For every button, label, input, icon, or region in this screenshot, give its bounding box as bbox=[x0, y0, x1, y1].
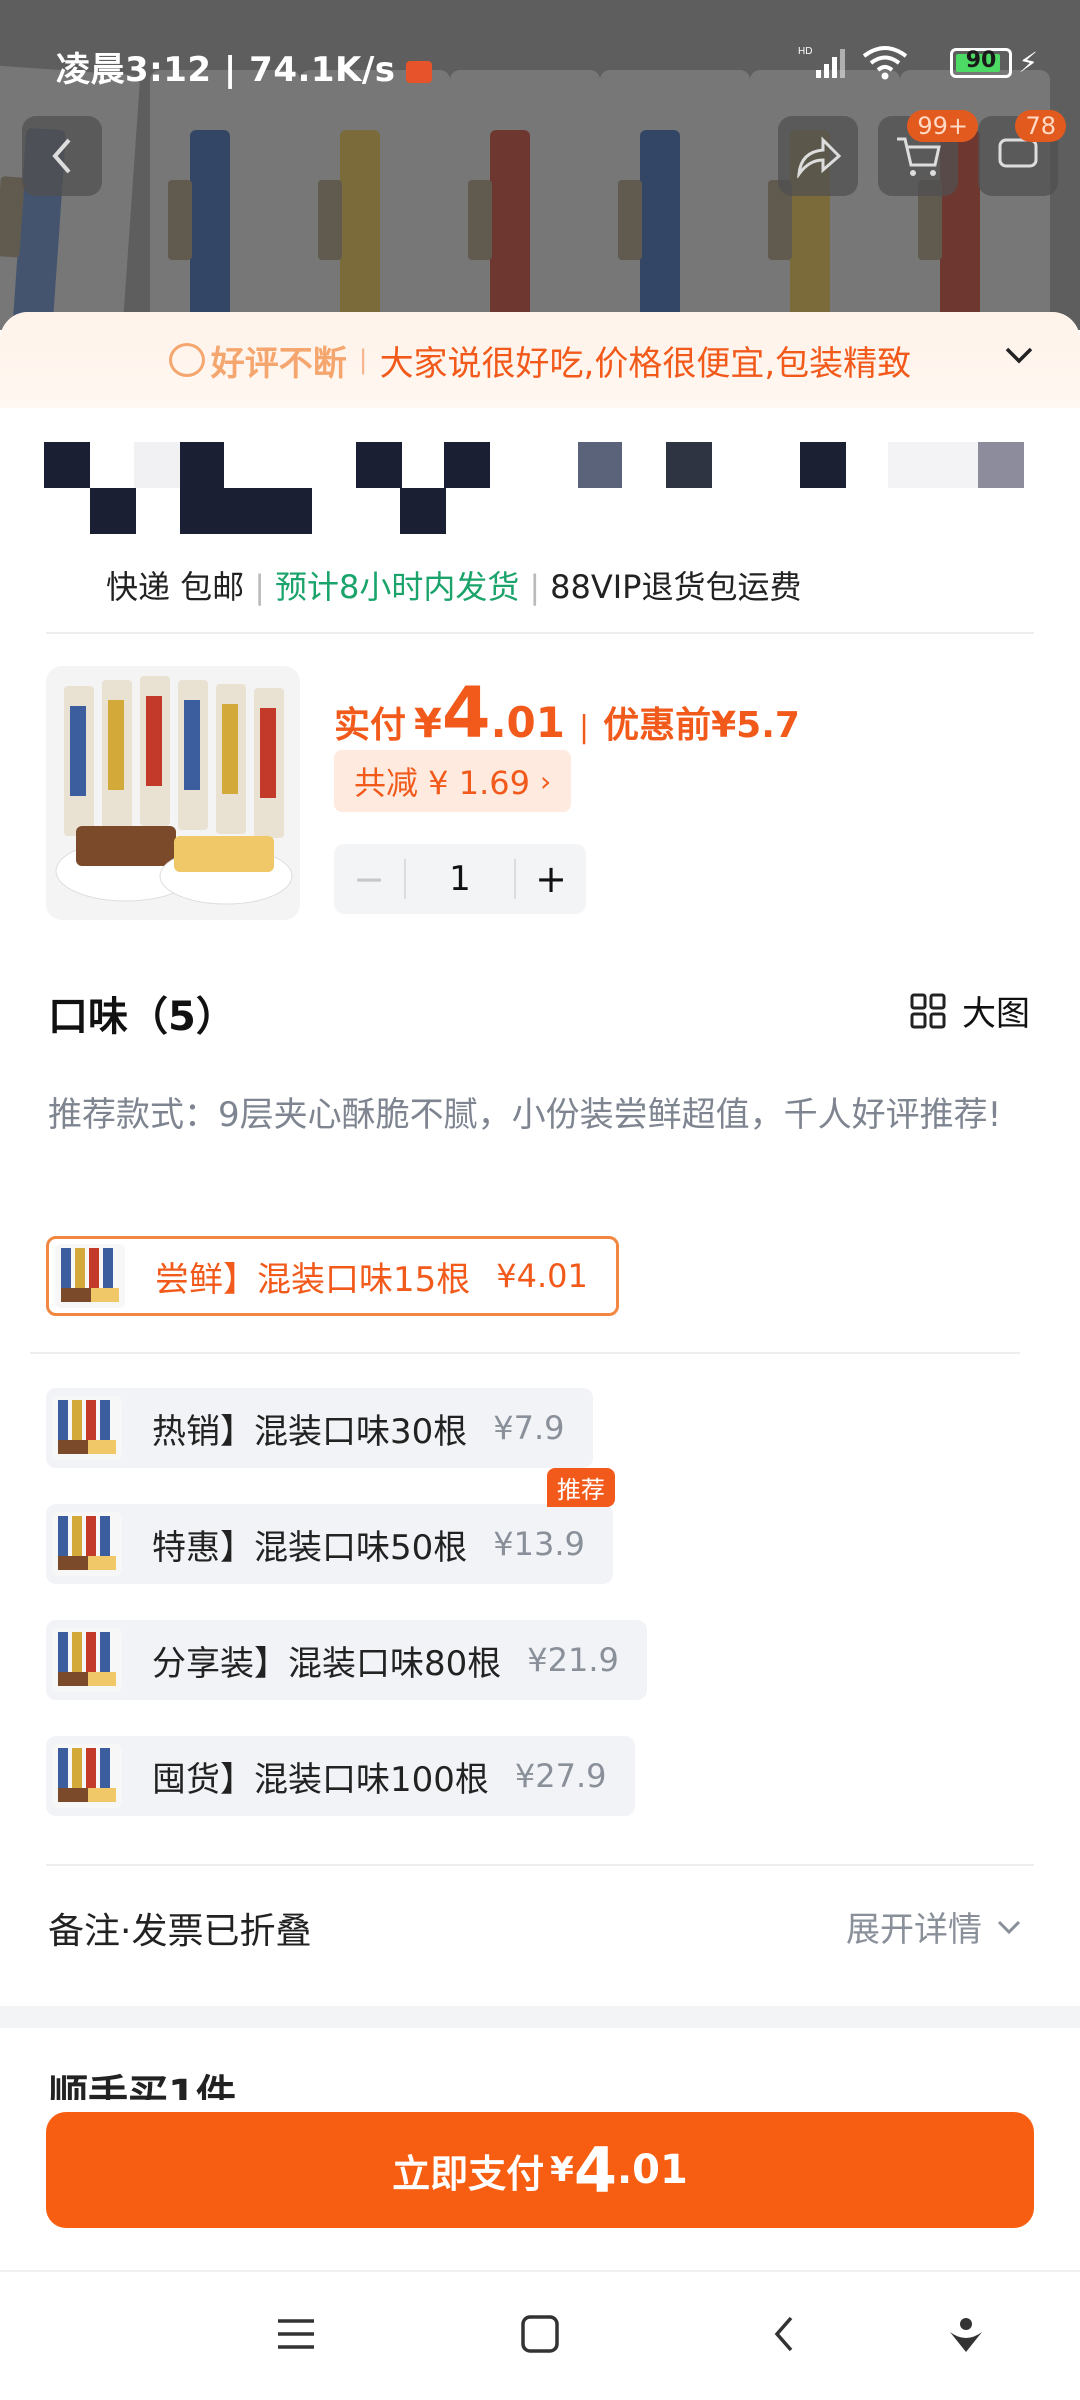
signal-icon: HD bbox=[798, 46, 845, 78]
pay-now-button[interactable]: 立即支付 ¥ 4 .01 bbox=[46, 2112, 1034, 2228]
pay-bar: 立即支付 ¥ 4 .01 bbox=[0, 2100, 1080, 2265]
option-name: 囤货】混装口味100根 bbox=[152, 1759, 489, 1800]
shipping-info: 快递 包邮 | 预计8小时内发货 | 88VIP退货包运费 bbox=[106, 568, 802, 606]
status-time: 凌晨3:12 | 74.1K/s bbox=[56, 42, 432, 91]
flavor-option[interactable]: 尝鲜】混装口味15根 ¥4.01 bbox=[46, 1236, 619, 1316]
notice-separator: | bbox=[358, 345, 368, 375]
charging-icon: ⚡ bbox=[1018, 46, 1038, 79]
wafer-product-image bbox=[55, 676, 293, 905]
price-integer: 4 bbox=[441, 672, 491, 754]
flavor-option[interactable]: 特惠】混装口味50根 ¥13.9 推荐 bbox=[46, 1468, 615, 1584]
menu-icon bbox=[278, 2319, 314, 2349]
divider bbox=[30, 1352, 1020, 1354]
pay-label: 实付 bbox=[334, 705, 407, 746]
option-name: 热销】混装口味30根 bbox=[152, 1411, 468, 1452]
option-price: ¥7.9 bbox=[493, 1409, 565, 1447]
add-on-section-title: 顺手买1件 bbox=[48, 2072, 236, 2102]
option-name: 特惠】混装口味50根 bbox=[152, 1527, 468, 1568]
shipping-vip: 88VIP退货包运费 bbox=[550, 568, 802, 606]
remark-label: 备注·发票已折叠 bbox=[48, 1911, 312, 1952]
chat-bubble-icon bbox=[168, 343, 205, 377]
section-gap bbox=[0, 2006, 1080, 2028]
recommend-badge: 推荐 bbox=[546, 1468, 615, 1507]
chevron-down-icon bbox=[997, 1920, 1021, 1934]
currency-symbol: ¥ bbox=[414, 701, 442, 747]
before-label: 优惠前 bbox=[603, 705, 712, 746]
notice-tag: 好评不断 bbox=[210, 343, 347, 384]
menu-nav-button[interactable] bbox=[266, 2304, 326, 2364]
collapse-chevron-icon[interactable] bbox=[1004, 340, 1034, 370]
price-line: 实付 ¥4.01 | 优惠前¥5.7 bbox=[334, 672, 800, 754]
grid-icon bbox=[910, 993, 946, 1028]
assistant-nav-button[interactable] bbox=[936, 2304, 996, 2364]
back-button[interactable] bbox=[22, 116, 102, 196]
recommend-text: 推荐款式：9层夹心酥脆不腻，小份装尝鲜超值，千人好评推荐! bbox=[48, 1095, 1002, 1135]
flavor-option[interactable]: 热销】混装口味30根 ¥7.9 bbox=[46, 1388, 593, 1468]
message-badge: 78 bbox=[1015, 110, 1066, 142]
expand-label: 展开详情 bbox=[846, 1910, 982, 1950]
message-button[interactable]: 78 bbox=[978, 110, 1066, 196]
pay-decimal: .01 bbox=[616, 2147, 688, 2193]
address-redacted[interactable] bbox=[0, 432, 1080, 542]
option-name: 尝鲜】混装口味15根 bbox=[155, 1259, 471, 1300]
option-price: ¥13.9 bbox=[493, 1525, 585, 1563]
chevron-left-icon bbox=[52, 138, 71, 174]
cart-button[interactable]: 99+ bbox=[878, 110, 978, 196]
option-thumbnail bbox=[52, 1396, 122, 1460]
option-price: ¥21.9 bbox=[527, 1641, 619, 1679]
product-image[interactable] bbox=[46, 666, 300, 920]
review-notice: 好评不断 | 大家说很好吃,价格很便宜,包装精致 bbox=[0, 312, 1080, 408]
before-price: ¥5.7 bbox=[711, 705, 800, 746]
expand-details-button[interactable]: 展开详情 bbox=[846, 1902, 1024, 1951]
option-thumbnail bbox=[52, 1628, 122, 1692]
pay-label: 立即支付 bbox=[392, 2151, 545, 2196]
option-thumbnail bbox=[52, 1744, 122, 1808]
option-name: 分享装】混装口味80根 bbox=[152, 1643, 502, 1684]
chevron-right-icon: › bbox=[539, 764, 552, 798]
svg-text:HD: HD bbox=[798, 46, 812, 57]
order-sheet: 好评不断 | 大家说很好吃,价格很便宜,包装精致 快递 包邮 | 预计8小时内发货 |… bbox=[0, 312, 1080, 2102]
cart-badge: 99+ bbox=[907, 110, 978, 142]
flavor-title: 口味（5） bbox=[48, 994, 236, 1040]
option-thumbnail bbox=[55, 1244, 125, 1308]
shipping-express: 快递 包邮 bbox=[106, 568, 245, 606]
back-triangle-icon bbox=[774, 2316, 793, 2352]
decrement-button[interactable]: − bbox=[334, 857, 404, 901]
home-nav-button[interactable] bbox=[510, 2304, 570, 2364]
price-decimal: .01 bbox=[490, 698, 565, 747]
discount-text: 共减 ¥ 1.69 bbox=[354, 764, 530, 802]
option-price: ¥27.9 bbox=[514, 1757, 607, 1795]
discount-badge[interactable]: 共减 ¥ 1.69 › bbox=[334, 750, 572, 812]
share-button[interactable] bbox=[778, 116, 858, 196]
quantity-value[interactable]: 1 bbox=[404, 859, 516, 899]
option-price: ¥4.01 bbox=[496, 1257, 588, 1295]
flavor-option[interactable]: 分享装】混装口味80根 ¥21.9 bbox=[46, 1620, 647, 1700]
big-view-label: 大图 bbox=[962, 994, 1030, 1034]
battery-icon: 90 bbox=[950, 48, 1012, 78]
quantity-stepper[interactable]: − 1 + bbox=[334, 844, 586, 914]
back-nav-button[interactable] bbox=[754, 2304, 814, 2364]
home-square-icon bbox=[521, 2315, 559, 2353]
pay-currency: ¥ bbox=[550, 2150, 574, 2190]
assistant-icon bbox=[950, 2318, 982, 2352]
big-view-button[interactable]: 大图 bbox=[910, 986, 1030, 1035]
status-bar: 凌晨3:12 | 74.1K/s HD 90 ⚡ bbox=[0, 0, 1080, 120]
share-icon bbox=[797, 136, 842, 178]
divider bbox=[46, 1864, 1034, 1866]
notice-text: 大家说很好吃,价格很便宜,包装精致 bbox=[379, 343, 912, 384]
option-thumbnail bbox=[52, 1512, 122, 1576]
shipping-dispatch: 预计8小时内发货 bbox=[274, 568, 520, 606]
recording-icon bbox=[405, 60, 432, 83]
increment-button[interactable]: + bbox=[516, 857, 586, 901]
system-nav-bar bbox=[0, 2270, 1080, 2400]
divider bbox=[46, 632, 1034, 634]
flavor-option[interactable]: 囤货】混装口味100根 ¥27.9 bbox=[46, 1736, 635, 1816]
pay-integer: 4 bbox=[573, 2133, 617, 2207]
wifi-icon bbox=[862, 46, 908, 80]
